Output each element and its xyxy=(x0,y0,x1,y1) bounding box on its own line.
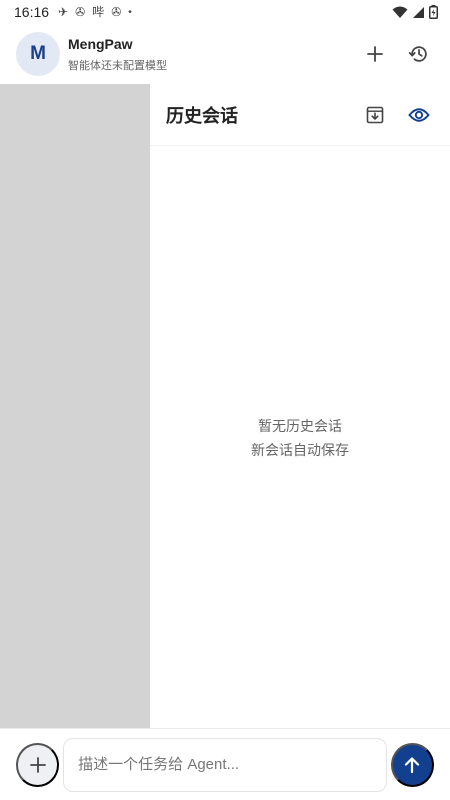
pinwheel-icon: ✇ xyxy=(111,5,122,19)
history-header: 历史会话 xyxy=(150,84,450,146)
status-left: 16:16 ✈ ✇ 哔 ✇ • xyxy=(14,4,132,20)
avatar[interactable]: M xyxy=(16,32,60,76)
composer-bar xyxy=(0,728,450,800)
empty-state-hint: 新会话自动保存 xyxy=(251,442,349,458)
history-actions xyxy=(360,100,434,130)
add-icon xyxy=(29,756,46,773)
title-block: MengPaw 智能体还未配置模型 xyxy=(68,36,167,73)
avatar-letter: M xyxy=(30,43,46,64)
visibility-button[interactable] xyxy=(404,100,434,130)
wifi-icon xyxy=(392,6,408,18)
pinwheel-icon: ✇ xyxy=(75,5,86,19)
sim-icon: 哔 xyxy=(92,5,105,19)
signal-icon xyxy=(413,6,424,18)
app-name: MengPaw xyxy=(68,35,133,52)
new-chat-button[interactable] xyxy=(360,39,390,69)
plane-icon: ✈ xyxy=(58,5,69,19)
send-button[interactable] xyxy=(390,742,434,787)
app-screen: 16:16 ✈ ✇ 哔 ✇ • M MengPaw 智能体还未配置模型 历史会话… xyxy=(0,0,450,800)
history-button[interactable] xyxy=(404,39,434,69)
empty-state-title: 暂无历史会话 xyxy=(258,418,342,434)
archive-download-icon xyxy=(366,106,384,123)
task-input[interactable] xyxy=(63,737,387,792)
drawer-scrim[interactable] xyxy=(0,84,150,728)
status-right xyxy=(392,5,438,19)
history-icon xyxy=(408,46,427,62)
empty-state: 暂无历史会话 新会话自动保存 xyxy=(150,414,450,462)
app-subtitle: 智能体还未配置模型 xyxy=(68,59,167,72)
battery-icon xyxy=(429,5,438,19)
status-bar: 16:16 ✈ ✇ 哔 ✇ • xyxy=(0,0,450,24)
arrow-up-icon xyxy=(405,756,420,773)
attach-button[interactable] xyxy=(16,742,60,787)
history-panel: 历史会话 暂无历史会话 新会话自动保存 xyxy=(150,84,450,728)
app-header: M MengPaw 智能体还未配置模型 xyxy=(0,24,450,84)
status-dot: • xyxy=(128,6,132,18)
add-icon xyxy=(367,46,383,62)
archive-button[interactable] xyxy=(360,100,390,130)
eye-icon xyxy=(408,107,430,122)
header-actions xyxy=(360,39,434,69)
status-time: 16:16 xyxy=(14,4,50,20)
history-title: 历史会话 xyxy=(166,105,238,126)
